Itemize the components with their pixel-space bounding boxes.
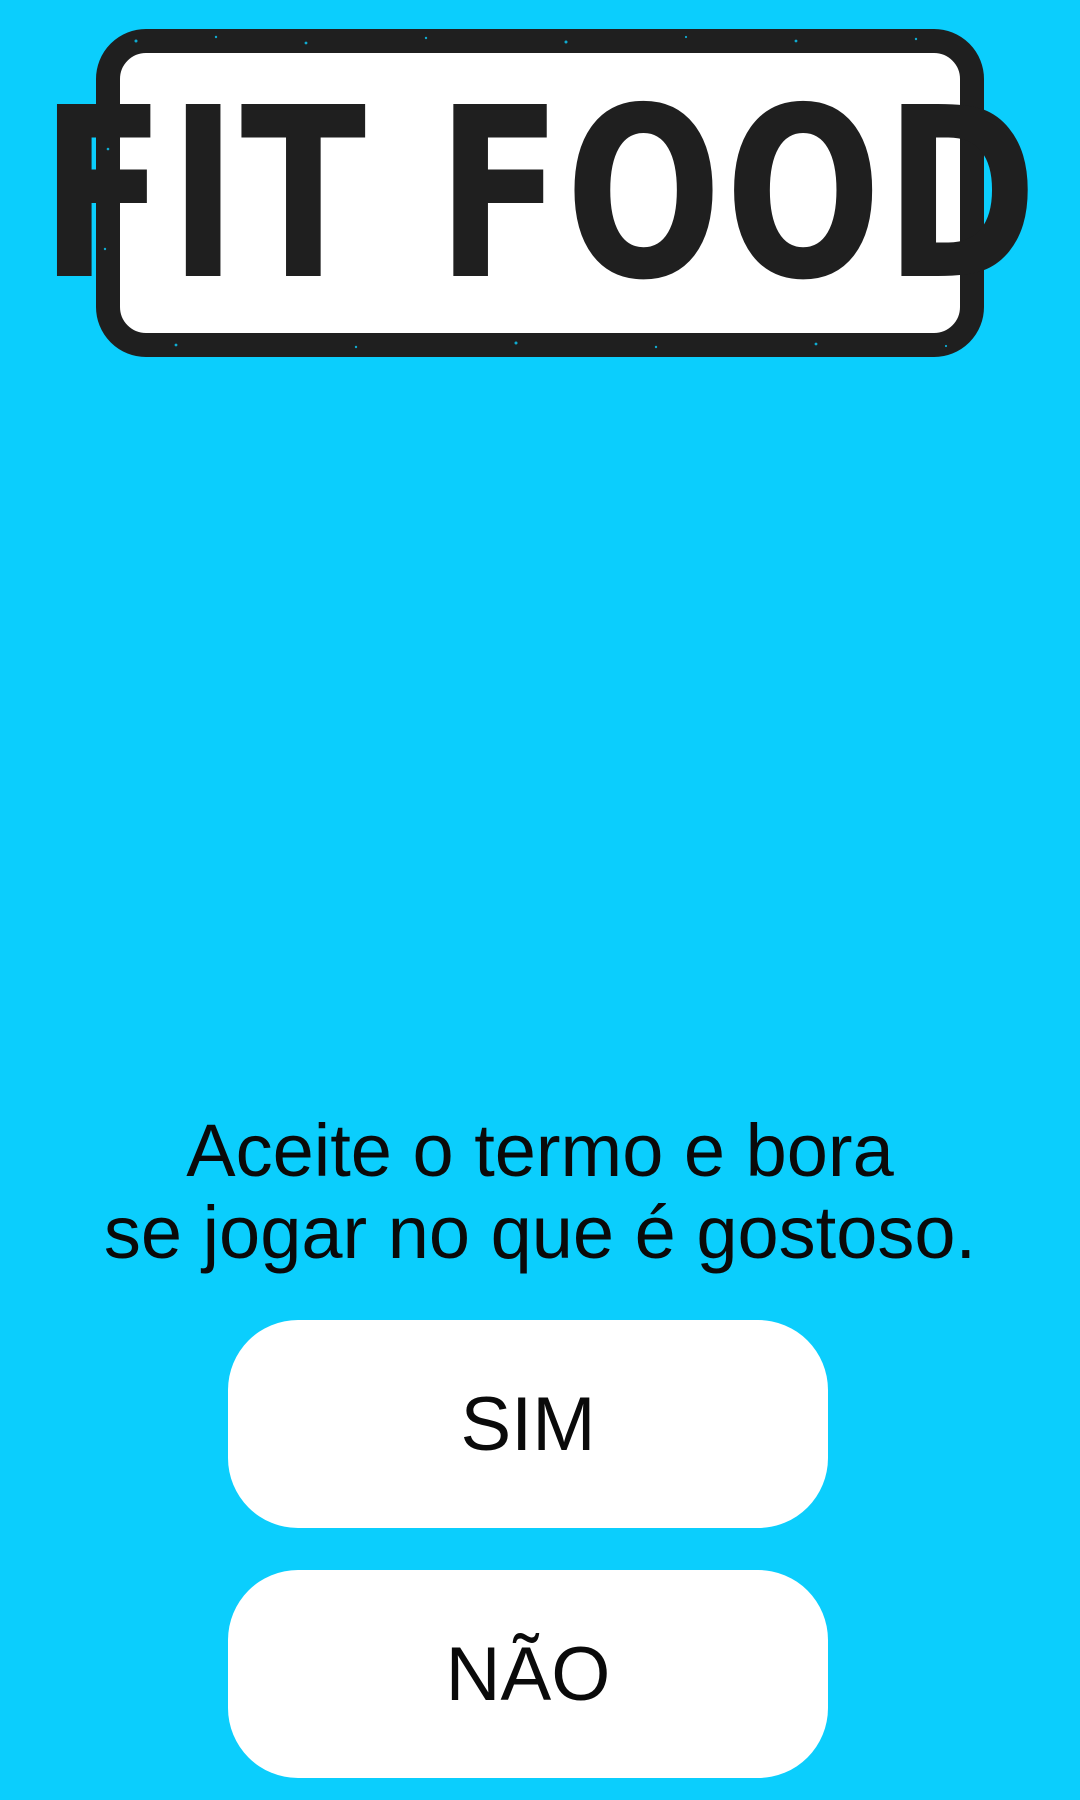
- app-logo: FIT FOOD: [40, 29, 1037, 357]
- terms-message: Aceite o termo e bora se jogar no que é …: [0, 1110, 1080, 1274]
- logo-wordmark: FIT FOOD: [39, 57, 1041, 332]
- accept-button[interactable]: SIM: [228, 1320, 828, 1528]
- terms-line-2: se jogar no que é gostoso.: [103, 1191, 977, 1274]
- terms-line-1: Aceite o termo e bora: [186, 1109, 894, 1192]
- decline-button[interactable]: NÃO: [228, 1570, 828, 1778]
